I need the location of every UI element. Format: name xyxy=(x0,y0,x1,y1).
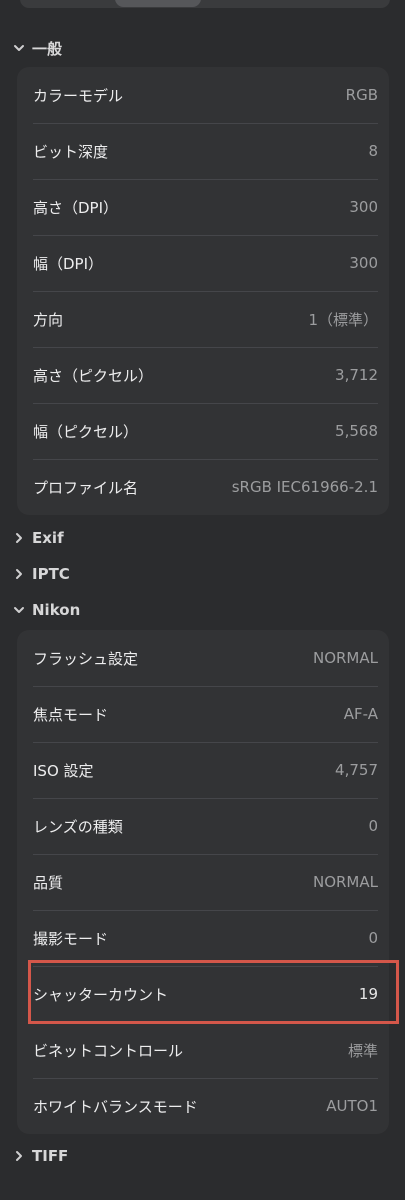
chevron-right-icon xyxy=(12,567,26,581)
row-value: NORMAL xyxy=(312,649,378,667)
row-value: 300 xyxy=(349,198,378,216)
row-label: フラッシュ設定 xyxy=(33,649,139,668)
section-title: Nikon xyxy=(32,601,81,619)
table-row: 方向 1（標準） xyxy=(17,291,389,347)
row-value: AF-A xyxy=(343,705,378,723)
row-label: レンズの種類 xyxy=(33,817,123,836)
row-value: 5,568 xyxy=(335,422,378,440)
row-value: NORMAL xyxy=(312,873,378,891)
table-row: 幅（DPI） 300 xyxy=(17,235,389,291)
table-row: ビット深度 8 xyxy=(17,123,389,179)
chevron-down-icon xyxy=(12,603,26,617)
table-row: レンズの種類 0 xyxy=(17,798,389,854)
section-header-tiff[interactable]: TIFF xyxy=(12,1142,68,1170)
table-row: ISO 設定 4,757 xyxy=(17,742,389,798)
row-label: ビット深度 xyxy=(33,142,109,161)
section-header-nikon[interactable]: Nikon xyxy=(12,596,80,624)
row-value: sRGB IEC61966-2.1 xyxy=(231,478,378,496)
chevron-right-icon xyxy=(12,531,26,545)
table-row: プロファイル名 sRGB IEC61966-2.1 xyxy=(17,459,389,515)
table-row: フラッシュ設定 NORMAL xyxy=(17,630,389,686)
table-row: 焦点モード AF-A xyxy=(17,686,389,742)
row-value: 8 xyxy=(368,142,378,160)
nikon-panel: フラッシュ設定 NORMAL 焦点モード AF-A ISO 設定 4,757 レンズの… xyxy=(17,630,389,1134)
general-panel: カラーモデル RGB ビット深度 8 高さ（DPI） 300 幅（DPI） 300 方向… xyxy=(17,67,389,515)
table-row: 高さ（ピクセル） 3,712 xyxy=(17,347,389,403)
table-row: ホワイトバランスモード AUTO1 xyxy=(17,1078,389,1134)
row-value: 0 xyxy=(368,817,378,835)
segmented-track xyxy=(20,0,390,8)
row-label: 幅（DPI） xyxy=(33,254,104,273)
section-title: Exif xyxy=(32,529,64,547)
row-value: 標準 xyxy=(347,1041,378,1060)
row-label: ホワイトバランスモード xyxy=(33,1097,198,1116)
table-row: 撮影モード 0 xyxy=(17,910,389,966)
row-label: 撮影モード xyxy=(33,929,109,948)
section-header-iptc[interactable]: IPTC xyxy=(12,560,70,588)
row-label: 幅（ピクセル） xyxy=(33,422,139,441)
chevron-down-icon xyxy=(12,41,26,55)
row-value: 0 xyxy=(368,929,378,947)
row-label: ISO 設定 xyxy=(33,761,94,780)
row-value: RGB xyxy=(345,86,378,104)
section-title: TIFF xyxy=(32,1147,69,1165)
row-value: AUTO1 xyxy=(326,1097,378,1115)
chevron-right-icon xyxy=(12,1149,26,1163)
row-value: 3,712 xyxy=(335,366,378,384)
section-header-general[interactable]: 一般 xyxy=(12,34,62,62)
top-segmented-control[interactable] xyxy=(0,0,405,14)
row-label: 高さ（ピクセル） xyxy=(33,366,154,385)
table-row: 幅（ピクセル） 5,568 xyxy=(17,403,389,459)
row-value: 1（標準） xyxy=(308,310,378,329)
row-value: 300 xyxy=(349,254,378,272)
section-title: IPTC xyxy=(32,565,70,583)
row-value: 4,757 xyxy=(335,761,378,779)
highlight-box xyxy=(28,960,399,1024)
table-row: 高さ（DPI） 300 xyxy=(17,179,389,235)
table-row: 品質 NORMAL xyxy=(17,854,389,910)
section-header-exif[interactable]: Exif xyxy=(12,524,64,552)
row-label: 焦点モード xyxy=(33,705,109,724)
row-label: 方向 xyxy=(33,310,64,329)
table-row: ビネットコントロール 標準 xyxy=(17,1022,389,1078)
row-label: 高さ（DPI） xyxy=(33,198,119,217)
row-label: ビネットコントロール xyxy=(33,1041,184,1060)
section-title: 一般 xyxy=(32,39,63,58)
table-row: カラーモデル RGB xyxy=(17,67,389,123)
row-label: カラーモデル xyxy=(33,86,124,105)
segmented-selected-knob[interactable] xyxy=(115,0,201,7)
row-label: 品質 xyxy=(33,873,64,892)
row-label: プロファイル名 xyxy=(33,478,139,497)
